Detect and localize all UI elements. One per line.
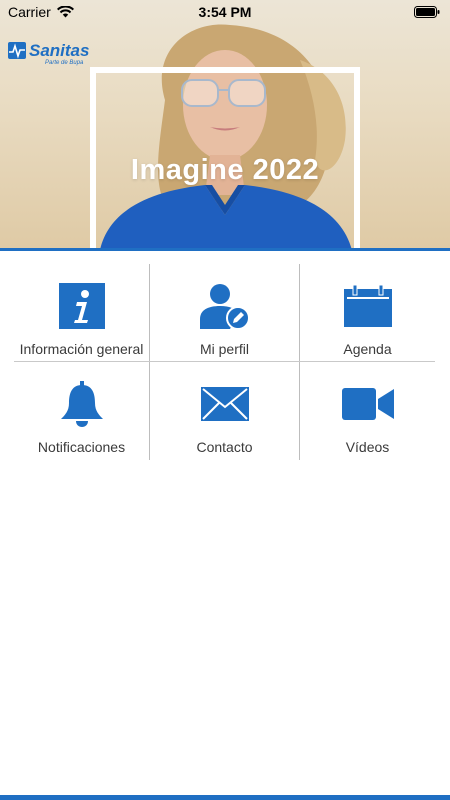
menu-item-agenda[interactable]: Agenda [300, 264, 435, 362]
battery-icon [414, 5, 440, 21]
profile-edit-icon [199, 281, 250, 331]
bottom-accent-bar [0, 795, 450, 800]
hero-divider [0, 248, 450, 251]
info-icon [58, 281, 105, 331]
hero-title: Imagine 2022 [130, 154, 320, 186]
menu-item-label: Vídeos [345, 439, 390, 455]
sanitas-logo: Sanitas Parte de Bupa [8, 42, 89, 66]
menu-item-informacion-general[interactable]: Información general [14, 264, 149, 362]
status-bar: Carrier 3:54 PM [0, 0, 450, 24]
menu-item-label: Información general [19, 341, 144, 357]
menu-item-label: Notificaciones [37, 439, 126, 455]
envelope-icon [200, 379, 249, 429]
menu-item-videos[interactable]: Vídeos [300, 362, 435, 460]
bell-icon [60, 379, 103, 429]
clock: 3:54 PM [198, 4, 252, 20]
menu-item-notificaciones[interactable]: Notificaciones [14, 362, 149, 460]
hero-banner: Imagine 2022 [0, 0, 450, 250]
video-camera-icon [341, 379, 394, 429]
menu-item-label: Agenda [343, 341, 392, 357]
menu-item-contacto[interactable]: Contacto [150, 362, 299, 460]
pulse-logo-icon [8, 42, 26, 59]
calendar-icon [343, 281, 392, 331]
logo-brand: Sanitas [29, 41, 90, 60]
menu-grid: Información general Mi perfil Agenda Not… [14, 264, 435, 460]
menu-item-mi-perfil[interactable]: Mi perfil [150, 264, 299, 362]
menu-item-label: Mi perfil [199, 341, 249, 357]
logo-tagline: Parte de Bupa [45, 60, 84, 66]
menu-item-label: Contacto [196, 439, 253, 455]
